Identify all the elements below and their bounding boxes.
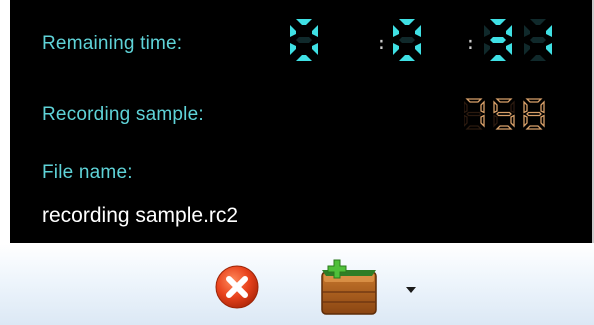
file-name-label: File name: <box>42 162 133 183</box>
recording-sample-display <box>464 98 554 130</box>
remaining-minutes-display <box>393 18 433 62</box>
close-circle-icon <box>214 265 260 314</box>
action-toolbar <box>0 243 594 325</box>
archive-options-dropdown[interactable] <box>404 282 418 300</box>
digit-7 <box>464 98 485 130</box>
time-separator-2: : <box>465 33 476 54</box>
status-panel: Remaining time: : : Recording sample: Fi… <box>10 0 594 243</box>
digit-3 <box>484 19 512 61</box>
digit-8 <box>523 98 545 130</box>
cancel-button[interactable] <box>214 264 260 315</box>
remaining-seconds-display <box>484 18 564 62</box>
digit-0 <box>290 19 318 61</box>
recording-sample-label: Recording sample: <box>42 104 204 125</box>
dropdown-arrow-icon <box>404 282 418 299</box>
remaining-hours-display <box>290 18 330 62</box>
remaining-time-label: Remaining time: <box>42 33 183 54</box>
recorder-window: Remaining time: : : Recording sample: Fi… <box>0 0 594 325</box>
digit-5 <box>493 98 515 130</box>
time-separator-1: : <box>376 33 387 54</box>
add-archive-box-icon <box>318 259 380 320</box>
digit-1 <box>524 19 552 61</box>
add-archive-button[interactable] <box>318 258 380 321</box>
file-name-value: recording sample.rc2 <box>42 204 239 227</box>
digit-0 <box>393 19 421 61</box>
